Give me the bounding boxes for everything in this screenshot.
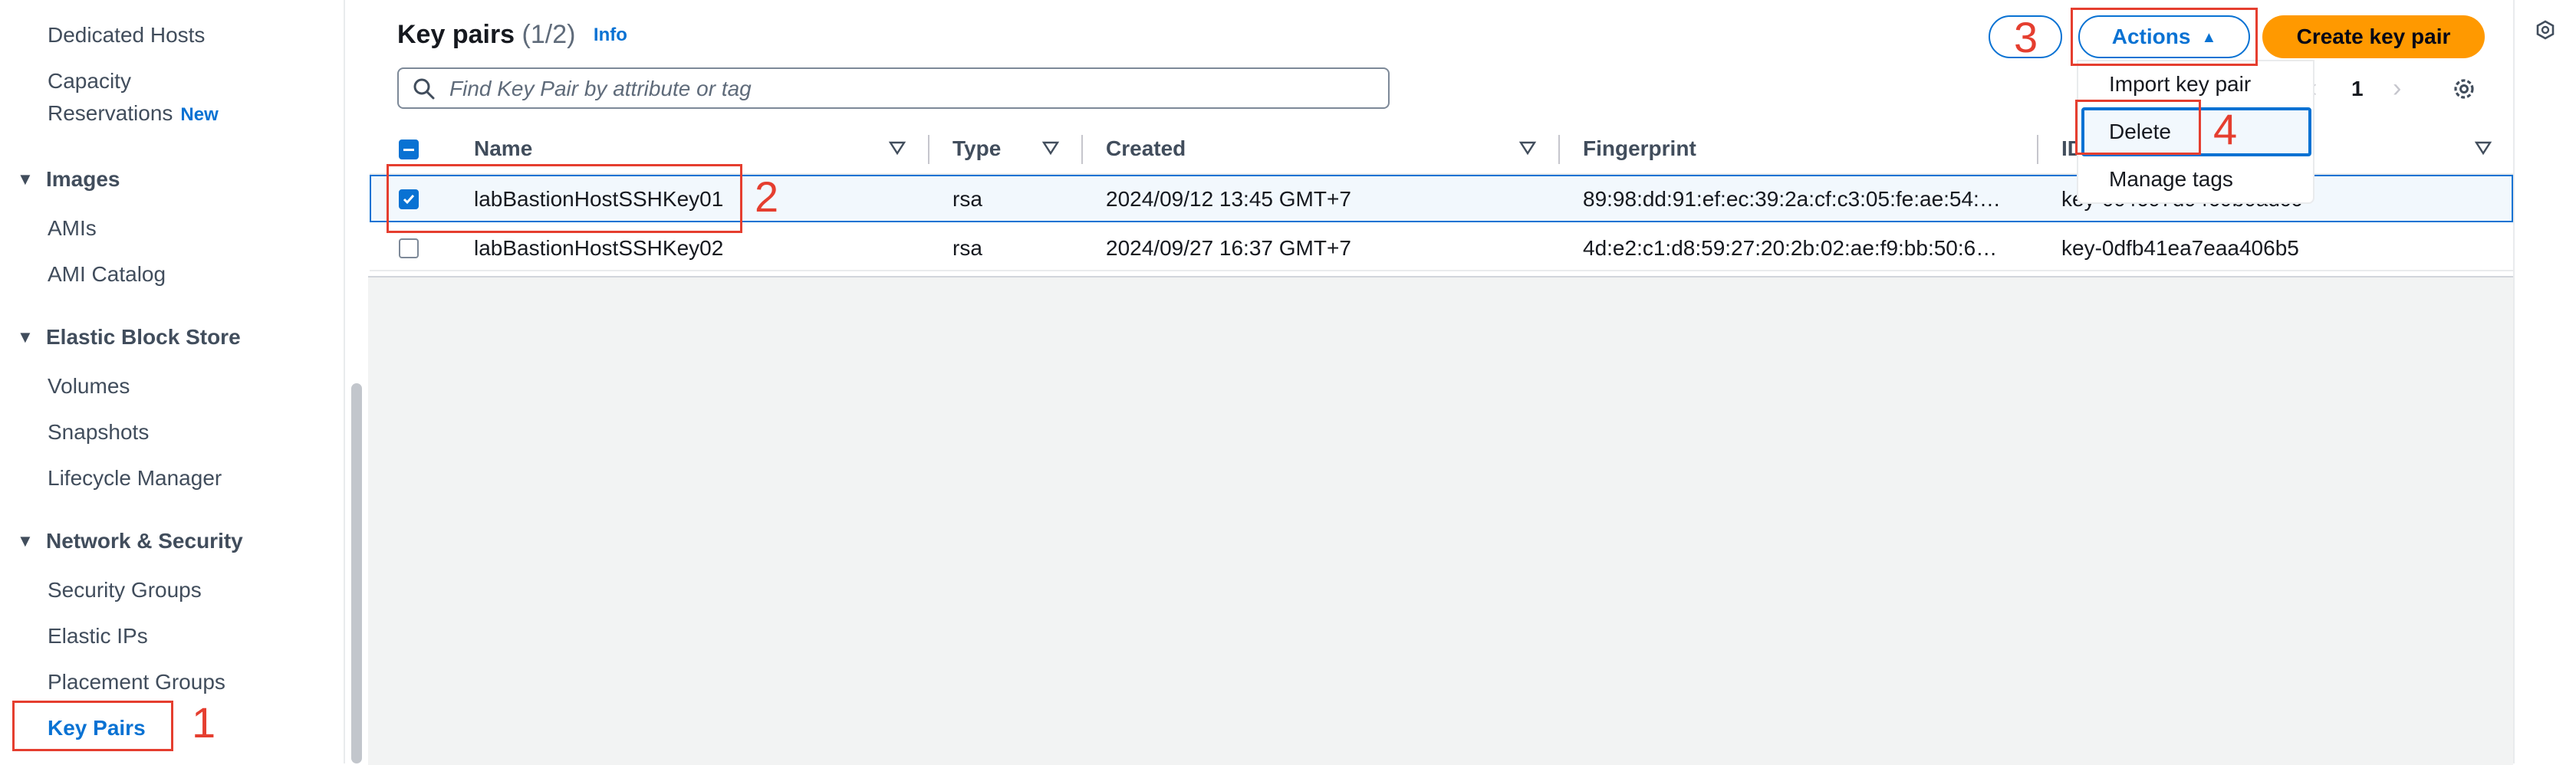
new-badge: New [180, 104, 219, 125]
sidebar-item-lifecycle-manager[interactable]: Lifecycle Manager [48, 466, 222, 491]
help-panel-icon[interactable] [2535, 20, 2555, 40]
sidebar: Dedicated Hosts Capacity Reservations New… [0, 0, 345, 763]
column-divider[interactable] [1558, 135, 1560, 164]
sidebar-item-security-groups[interactable]: Security Groups [48, 578, 202, 602]
column-divider[interactable] [928, 135, 929, 164]
search-input[interactable] [448, 69, 1371, 109]
page-title: Key pairs (1/2) Info [397, 20, 627, 49]
annotation-box-2 [387, 164, 742, 233]
cell-type: rsa [952, 187, 982, 211]
sidebar-section-images[interactable]: ▼ Images [17, 167, 120, 192]
cell-fingerprint: 4d:e2:c1:d8:59:27:20:2b:02:ae:f9:bb:50:6… [1583, 236, 1998, 260]
cell-id: key-0dfb41ea7eaa406b5 [2061, 236, 2299, 260]
create-key-pair-button[interactable]: Create key pair [2262, 15, 2485, 58]
chevron-right-icon[interactable]: › [2393, 74, 2401, 103]
annotation-number-3: 3 [2014, 13, 2038, 61]
column-divider[interactable] [2037, 135, 2038, 164]
cell-created: 2024/09/27 16:37 GMT+7 [1106, 236, 1351, 260]
select-all-checkbox[interactable] [399, 140, 419, 159]
column-header-type[interactable]: Type [952, 136, 1001, 161]
sidebar-item-label: Capacity [48, 69, 131, 93]
column-header-fingerprint[interactable]: Fingerprint [1583, 136, 1696, 161]
search-icon [413, 78, 435, 100]
right-rail [2513, 0, 2576, 763]
annotation-number-4: 4 [2213, 105, 2238, 153]
sort-icon[interactable] [888, 140, 906, 156]
cell-type: rsa [952, 236, 982, 260]
sidebar-section-elastic-block-store[interactable]: ▼ Elastic Block Store [17, 325, 241, 350]
menu-item-import-key-pair[interactable]: Import key pair [2109, 72, 2251, 97]
sidebar-item-label: Reservations [48, 101, 173, 125]
sidebar-scrollbar-thumb[interactable] [351, 383, 362, 763]
annotation-box-3 [2071, 8, 2258, 66]
column-header-name[interactable]: Name [474, 136, 532, 161]
sort-icon[interactable] [2474, 140, 2492, 156]
sidebar-item-volumes[interactable]: Volumes [48, 374, 130, 399]
annotation-number-1: 1 [192, 698, 216, 747]
sidebar-item-snapshots[interactable]: Snapshots [48, 420, 149, 445]
caret-down-icon: ▼ [17, 169, 34, 189]
menu-item-manage-tags[interactable]: Manage tags [2109, 167, 2233, 192]
caret-down-icon: ▼ [17, 327, 34, 346]
cell-fingerprint: 89:98:dd:91:ef:ec:39:2a:cf:c3:05:fe:ae:5… [1583, 187, 2001, 211]
cell-created: 2024/09/12 13:45 GMT+7 [1106, 187, 1351, 211]
selection-count: (1/2) [521, 20, 576, 49]
sidebar-item-ami-catalog[interactable]: AMI Catalog [48, 262, 166, 287]
sidebar-item-capacity-reservations[interactable]: Capacity Reservations New [48, 69, 219, 126]
page-number[interactable]: 1 [2351, 77, 2364, 101]
column-header-created[interactable]: Created [1106, 136, 1186, 161]
info-link[interactable]: Info [594, 25, 627, 45]
annotation-box-1 [12, 701, 173, 751]
sort-icon[interactable] [1041, 140, 1060, 156]
sidebar-item-elastic-ips[interactable]: Elastic IPs [48, 624, 148, 648]
sidebar-section-network-security[interactable]: ▼ Network & Security [17, 529, 243, 553]
sidebar-item-dedicated-hosts[interactable]: Dedicated Hosts [48, 23, 205, 48]
annotation-number-2: 2 [755, 172, 779, 221]
column-divider[interactable] [1081, 135, 1083, 164]
sidebar-item-amis[interactable]: AMIs [48, 216, 97, 241]
annotation-box-4 [2075, 100, 2201, 155]
row-checkbox[interactable] [399, 238, 419, 258]
gear-icon[interactable] [2450, 75, 2478, 103]
sidebar-item-placement-groups[interactable]: Placement Groups [48, 670, 225, 694]
cell-name: labBastionHostSSHKey02 [474, 236, 724, 260]
content-background [368, 276, 2513, 765]
sort-icon[interactable] [1518, 140, 1537, 156]
caret-down-icon: ▼ [17, 531, 34, 550]
search-field[interactable] [397, 67, 1390, 109]
